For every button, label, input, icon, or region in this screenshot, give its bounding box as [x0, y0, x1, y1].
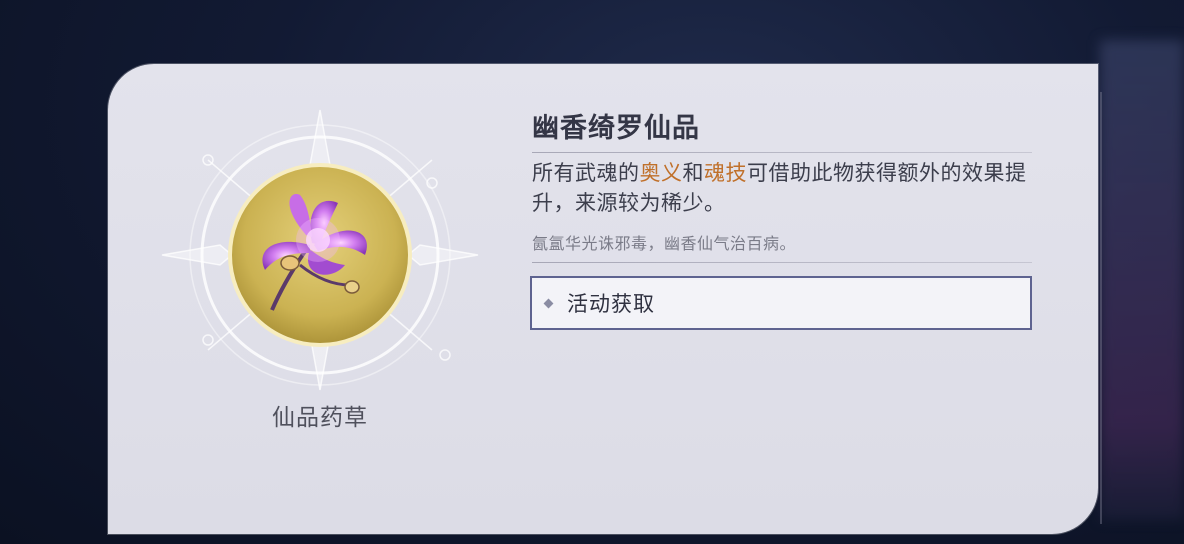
highlight-aoyi: 奥义	[639, 161, 683, 185]
item-description: 所有武魂的奥义和魂技可借助此物获得额外的效果提升，来源较为稀少。	[532, 161, 1027, 215]
highlight-hunji: 魂技	[704, 161, 747, 185]
item-flavor-text: 氤氲华光诛邪毒，幽香仙气治百病。	[532, 234, 797, 253]
flavor-divider	[532, 262, 1032, 263]
title-divider	[532, 152, 1032, 153]
card-edge-decoration	[1092, 92, 1102, 524]
source-label: 活动获取	[567, 292, 655, 316]
diamond-icon	[543, 298, 554, 308]
background-glow	[1100, 40, 1184, 520]
item-category-label: 仙品药草	[272, 405, 368, 431]
source-activity-button[interactable]: 活动获取	[530, 276, 1032, 330]
item-emblem	[161, 109, 479, 391]
item-title: 幽香绮罗仙品	[532, 113, 700, 144]
